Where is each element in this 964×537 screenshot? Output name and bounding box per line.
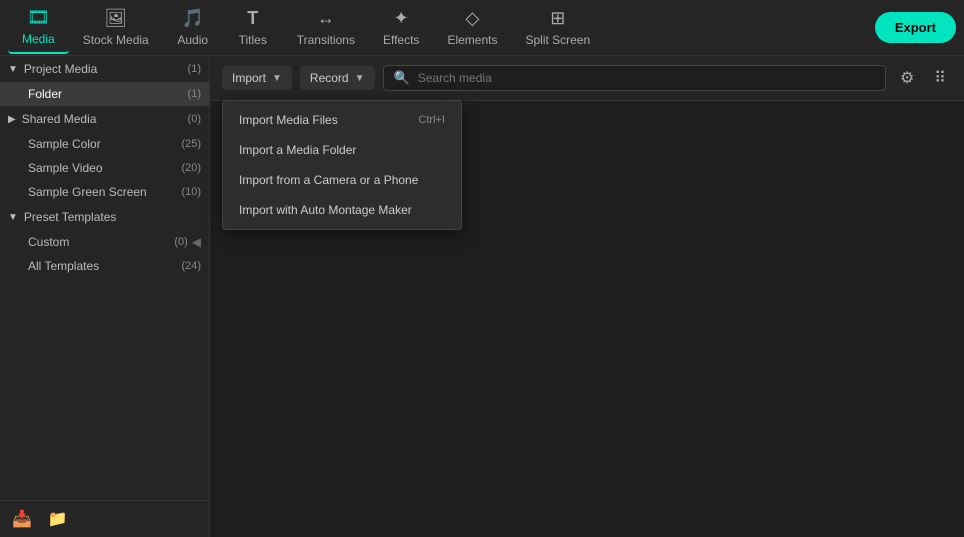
import-button[interactable]: Import ▼ — [222, 66, 292, 90]
import-chevron-icon: ▼ — [272, 73, 282, 84]
record-chevron-icon: ▼ — [355, 73, 365, 84]
search-icon: 🔍 — [394, 70, 410, 86]
chevron-left-icon: ◀ — [192, 235, 201, 249]
add-media-button[interactable]: 📥 — [12, 509, 32, 529]
nav-item-effects[interactable]: ✦ Effects — [369, 2, 433, 53]
sidebar: ▼ Project Media (1) Folder (1) ▶ Shared … — [0, 56, 210, 537]
toolbar: Import ▼ Record ▼ 🔍 ⚙ ⠿ Import Media Fil… — [210, 56, 964, 101]
nav-item-split-screen[interactable]: ⊞ Split Screen — [511, 2, 604, 53]
nav-item-elements[interactable]: ◇ Elements — [433, 2, 511, 53]
import-auto-montage-item[interactable]: Import with Auto Montage Maker — [223, 195, 461, 225]
sidebar-item-sample-color[interactable]: Sample Color (25) — [0, 132, 209, 156]
effects-icon: ✦ — [394, 8, 409, 29]
elements-icon: ◇ — [466, 8, 480, 29]
sidebar-section-preset-templates[interactable]: ▼ Preset Templates — [0, 204, 209, 230]
titles-icon: T — [247, 8, 258, 29]
search-input[interactable] — [418, 71, 875, 85]
sidebar-footer: 📥 📁 — [0, 500, 209, 537]
content-area: Import ▼ Record ▼ 🔍 ⚙ ⠿ Import Media Fil… — [210, 56, 964, 537]
new-folder-button[interactable]: 📁 — [48, 509, 68, 529]
media-icon: 🎞 — [27, 7, 50, 28]
import-dropdown-menu: Import Media Files Ctrl+I Import a Media… — [222, 100, 462, 230]
search-bar: 🔍 — [383, 65, 886, 91]
sidebar-item-all-templates[interactable]: All Templates (24) — [0, 254, 209, 278]
split-screen-icon: ⊞ — [550, 8, 565, 29]
export-button[interactable]: Export — [875, 12, 956, 43]
sidebar-item-sample-video[interactable]: Sample Video (20) — [0, 156, 209, 180]
sidebar-item-folder[interactable]: Folder (1) — [0, 82, 209, 106]
arrow-right-icon: ▶ — [8, 114, 16, 125]
filter-button[interactable]: ⚙ — [894, 64, 920, 92]
nav-item-transitions[interactable]: ↔ Transitions — [283, 2, 369, 53]
stock-media-icon: 🖼 — [104, 8, 127, 29]
sidebar-section-shared-media[interactable]: ▶ Shared Media (0) — [0, 106, 209, 132]
grid-view-button[interactable]: ⠿ — [928, 64, 952, 92]
arrow-down-icon: ▼ — [8, 64, 18, 75]
import-camera-phone-item[interactable]: Import from a Camera or a Phone — [223, 165, 461, 195]
nav-item-media[interactable]: 🎞 Media — [8, 1, 69, 54]
nav-item-titles[interactable]: T Titles — [223, 2, 283, 53]
sidebar-section-project-media[interactable]: ▼ Project Media (1) — [0, 56, 209, 82]
main-layout: ▼ Project Media (1) Folder (1) ▶ Shared … — [0, 56, 964, 537]
audio-icon: 🎵 — [182, 8, 204, 29]
sidebar-item-custom[interactable]: Custom (0) ◀ — [0, 230, 209, 254]
sidebar-item-sample-green-screen[interactable]: Sample Green Screen (10) — [0, 180, 209, 204]
nav-item-audio[interactable]: 🎵 Audio — [163, 2, 223, 53]
import-media-folder-item[interactable]: Import a Media Folder — [223, 135, 461, 165]
record-button[interactable]: Record ▼ — [300, 66, 375, 90]
transitions-icon: ↔ — [317, 8, 335, 29]
nav-item-stock-media[interactable]: 🖼 Stock Media — [69, 2, 163, 53]
arrow-down-icon-2: ▼ — [8, 212, 18, 223]
top-nav: 🎞 Media 🖼 Stock Media 🎵 Audio T Titles ↔… — [0, 0, 964, 56]
import-media-files-item[interactable]: Import Media Files Ctrl+I — [223, 105, 461, 135]
